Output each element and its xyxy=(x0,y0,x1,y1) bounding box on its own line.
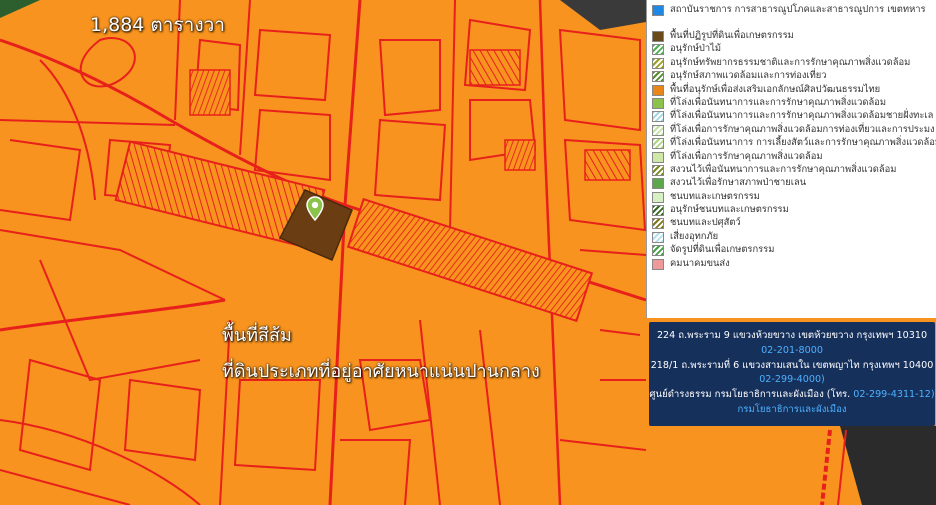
legend-item: ชนบทและปศุสัตว์ xyxy=(647,217,936,230)
legend-swatch xyxy=(652,31,664,42)
legend-item: ชนบทและเกษตรกรรม xyxy=(647,191,936,204)
info-center-phone[interactable]: 02-299-4311-12) xyxy=(853,389,934,400)
legend-label: พื้นที่ปฏิรูปที่ดินเพื่อเกษตรกรรม xyxy=(670,30,794,41)
legend-swatch xyxy=(652,151,664,163)
legend-label: ที่โล่งเพื่อการรักษาคุณภาพสิ่งแวดล้อมการ… xyxy=(670,123,935,135)
office-address-2: 218/1 ถ.พระรามที่ 6 แขวงสามเสนใน เขตพญาไ… xyxy=(650,359,934,371)
legend-label: คมนาคมขนส่ง xyxy=(670,257,730,269)
parcel-strip xyxy=(584,149,631,181)
legend-swatch xyxy=(652,191,664,203)
legend-swatch xyxy=(652,258,664,270)
legend-label: สถาบันราชการ การสาธารณูปโภคและสาธารณูปกา… xyxy=(670,4,926,15)
legend-label: อนุรักษ์ชนบทและเกษตรกรรม xyxy=(670,204,789,216)
legend-label: ที่โล่งเพื่อการรักษาคุณภาพสิ่งแวดล้อม xyxy=(670,150,823,162)
legend-label: ที่โล่งเพื่อนันทนาการ การเลี้ยงสัตว์และก… xyxy=(670,137,936,149)
department-link[interactable]: กรมโยธาธิการและผังเมือง xyxy=(649,403,935,418)
legend-swatch xyxy=(652,205,664,217)
phone-link-2[interactable]: 02-299-4000) xyxy=(649,373,935,388)
legend-swatch xyxy=(652,111,664,123)
legend-item: อนุรักษ์ทรัพยากรธรรมชาติและการรักษาคุณภา… xyxy=(647,57,936,70)
legend-label: อนุรักษ์ทรัพยากรธรรมชาติและการรักษาคุณภา… xyxy=(670,56,911,68)
legend-swatch xyxy=(652,124,664,136)
zone-type-description: ที่ดินประเภทที่อยู่อาศัยหนาแน่นปานกลาง xyxy=(222,361,540,382)
legend-label: ที่โล่งเพื่อนันทนาการและการรักษาคุณภาพสิ… xyxy=(670,110,934,122)
zoning-legend-panel: สถาบันราชการ การสาธารณูปโภคและสาธารณูปกา… xyxy=(646,0,936,318)
legend-label: สงวนไว้เพื่อรักษาสภาพป่าชายเลน xyxy=(670,177,807,189)
legend-swatch xyxy=(652,44,664,56)
map-pin-icon[interactable] xyxy=(305,196,325,222)
legend-item: จัดรูปที่ดินเพื่อเกษตรกรรม xyxy=(647,244,936,257)
legend-swatch xyxy=(652,71,664,83)
legend-item: ที่โล่งเพื่อนันทนาการ การเลี้ยงสัตว์และก… xyxy=(647,137,936,150)
legend-swatch xyxy=(652,164,664,176)
legend-item: ที่โล่งเพื่อนันทนาการและการรักษาคุณภาพสิ… xyxy=(647,97,936,110)
office-address-1: 224 ถ.พระราม 9 แขวงห้วยขวาง เขตห้วยขวาง … xyxy=(656,330,928,341)
legend-swatch xyxy=(652,231,664,243)
parcel-strip xyxy=(189,69,231,116)
legend-label: ที่โล่งเพื่อนันทนาการและการรักษาคุณภาพสิ… xyxy=(670,96,886,108)
legend-swatch xyxy=(652,218,664,230)
legend-item: ที่โล่งเพื่อนันทนาการและการรักษาคุณภาพสิ… xyxy=(647,110,936,123)
legend-swatch xyxy=(652,138,664,150)
legend-item: สงวนไว้เพื่อนันทนาการและการรักษาคุณภาพสิ… xyxy=(647,164,936,177)
legend-item: สถาบันราชการ การสาธารณูปโภคและสาธารณูปกา… xyxy=(647,4,936,30)
parcel-strip xyxy=(504,139,536,171)
legend-item: คมนาคมขนส่ง xyxy=(647,258,936,271)
info-center-line: ศูนย์ดำรงธรรม กรมโยธาธิการและผังเมือง (โ… xyxy=(649,388,935,403)
legend-label: อนุรักษ์สภาพแวดล้อมและการท่องเที่ยว xyxy=(670,70,827,82)
legend-item: อนุรักษ์ป่าไม้ xyxy=(647,43,936,56)
info-center-label: ศูนย์ดำรงธรรม กรมโยธาธิการและผังเมือง (โ… xyxy=(649,389,851,401)
legend-item: ที่โล่งเพื่อการรักษาคุณภาพสิ่งแวดล้อม xyxy=(647,151,936,164)
legend-swatch xyxy=(652,84,664,96)
legend-label: อนุรักษ์ป่าไม้ xyxy=(670,43,722,55)
legend-item: สงวนไว้เพื่อรักษาสภาพป่าชายเลน xyxy=(647,177,936,190)
legend-label: พื้นที่อนุรักษ์เพื่อส่งเสริมเอกลักษณ์ศิล… xyxy=(670,83,881,95)
legend-swatch xyxy=(652,97,664,109)
legend-item: เสี่ยงอุทกภัย xyxy=(647,231,936,244)
legend-label: สงวนไว้เพื่อนันทนาการและการรักษาคุณภาพสิ… xyxy=(670,163,897,175)
legend-item: พื้นที่ปฏิรูปที่ดินเพื่อเกษตรกรรม xyxy=(647,30,936,43)
legend-swatch xyxy=(652,178,664,190)
legend-label: จัดรูปที่ดินเพื่อเกษตรกรรม xyxy=(670,244,775,256)
legend-swatch xyxy=(652,5,664,16)
phone-link-1[interactable]: 02-201-8000 xyxy=(649,344,935,359)
legend-swatch xyxy=(652,57,664,69)
legend-label: เสี่ยงอุทกภัย xyxy=(670,230,719,242)
legend-item: ที่โล่งเพื่อการรักษาคุณภาพสิ่งแวดล้อมการ… xyxy=(647,124,936,137)
contact-info-panel: 224 ถ.พระราม 9 แขวงห้วยขวาง เขตห้วยขวาง … xyxy=(649,322,935,426)
area-size-label: 1,884 ตารางวา xyxy=(90,14,225,36)
legend-label: ชนบทและเกษตรกรรม xyxy=(670,190,760,202)
legend-item: อนุรักษ์สภาพแวดล้อมและการท่องเที่ยว xyxy=(647,70,936,83)
legend-swatch xyxy=(652,245,664,257)
parcel-strip xyxy=(469,49,521,86)
zone-color-title: พื้นที่สีส้ม xyxy=(222,325,292,346)
legend-item: อนุรักษ์ชนบทและเกษตรกรรม xyxy=(647,204,936,217)
legend-item: พื้นที่อนุรักษ์เพื่อส่งเสริมเอกลักษณ์ศิล… xyxy=(647,84,936,97)
legend-label: ชนบทและปศุสัตว์ xyxy=(670,217,741,229)
